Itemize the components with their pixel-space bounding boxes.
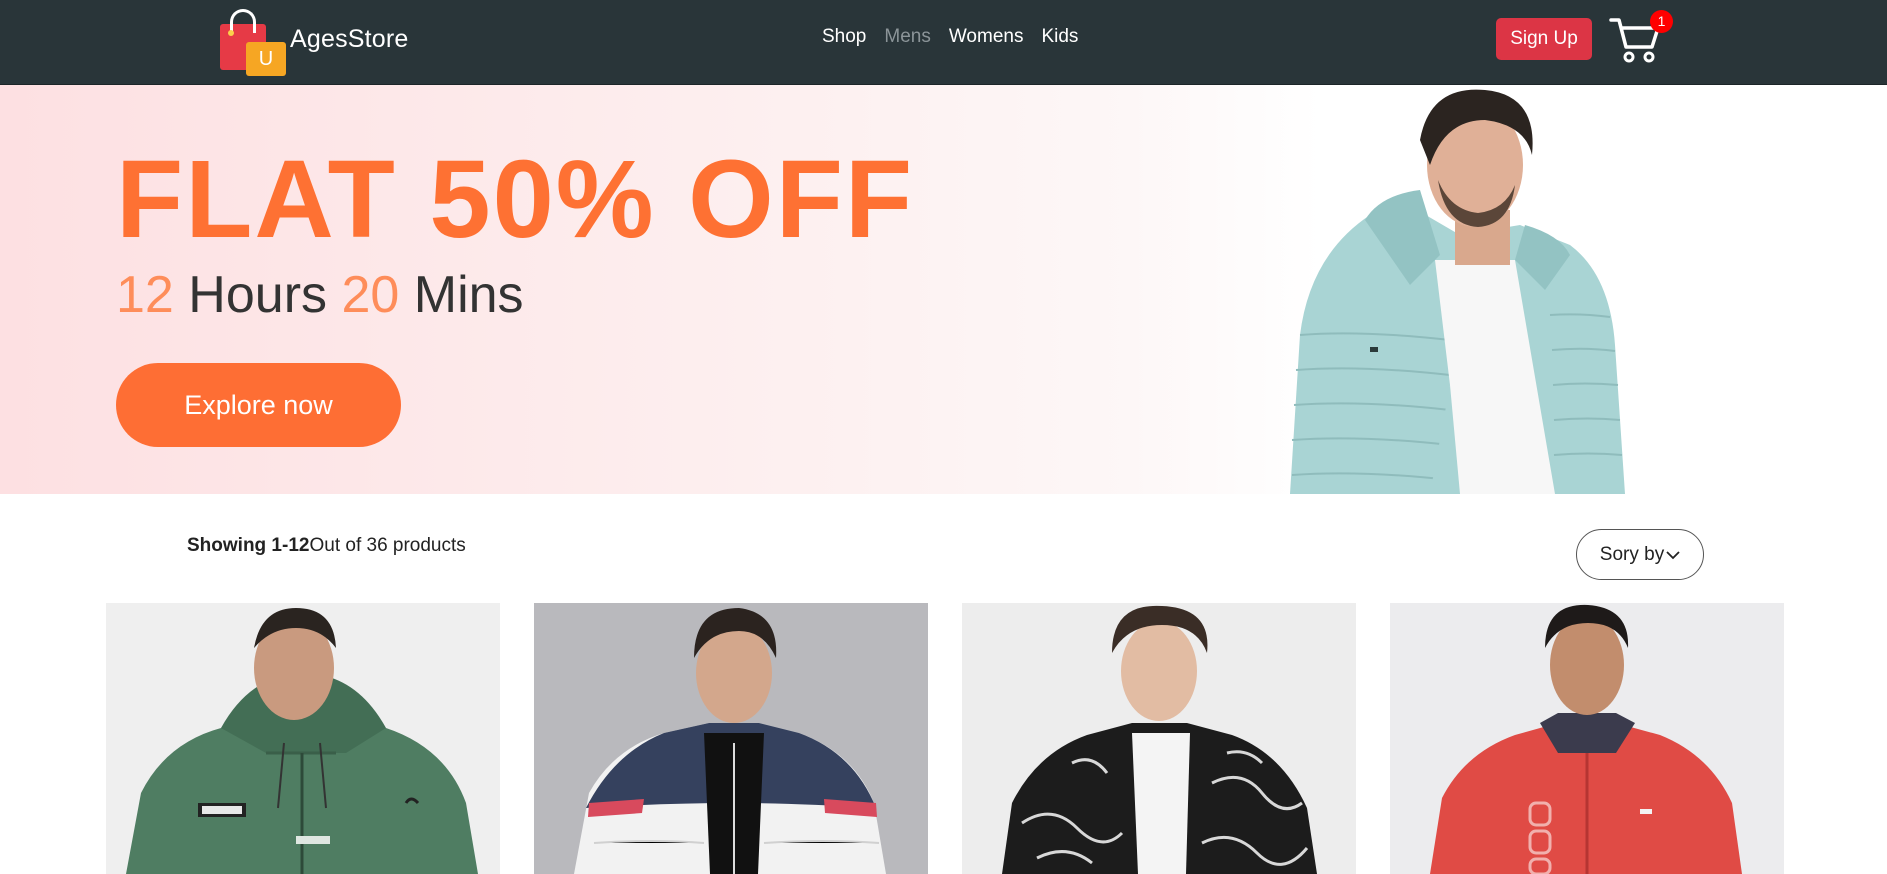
- hours-unit: Hours: [188, 266, 328, 324]
- cart-count-badge: 1: [1650, 10, 1673, 33]
- brand-name: AgesStore: [290, 24, 409, 53]
- explore-now-button[interactable]: Explore now: [116, 363, 401, 447]
- hero-title: FLAT 50% OFF: [116, 138, 915, 261]
- shopping-bag-logo-icon: U: [218, 6, 286, 76]
- product-image: [106, 603, 500, 874]
- hours-value: 12: [116, 266, 174, 324]
- main-nav: Shop Mens Womens Kids: [822, 26, 1078, 48]
- results-count: Showing 1-12Out of 36 products: [187, 535, 466, 557]
- sign-up-button[interactable]: Sign Up: [1496, 18, 1592, 60]
- nav-link-shop[interactable]: Shop: [822, 26, 866, 48]
- mins-unit: Mins: [413, 266, 524, 324]
- logo-letter: U: [246, 42, 286, 76]
- product-card-green-hoodie[interactable]: [106, 603, 500, 874]
- countdown-timer: 12 Hours 20 Mins: [116, 269, 524, 321]
- nav-link-kids[interactable]: Kids: [1041, 26, 1078, 48]
- sort-by-dropdown[interactable]: Sory by: [1576, 529, 1704, 580]
- results-range: Showing 1-12: [187, 535, 310, 556]
- hero-model-image: [1270, 85, 1670, 494]
- sort-by-label: Sory by: [1599, 543, 1665, 565]
- mins-value: 20: [341, 266, 400, 324]
- product-card-colorblock-puffer[interactable]: [534, 603, 928, 874]
- product-image: [534, 603, 928, 874]
- nav-link-womens[interactable]: Womens: [949, 26, 1024, 48]
- product-grid: [0, 603, 1887, 874]
- product-image: [962, 603, 1356, 874]
- product-card-red-jacket[interactable]: [1390, 603, 1784, 874]
- product-card-printed-bomber[interactable]: [962, 603, 1356, 874]
- hero-banner: FLAT 50% OFF 12 Hours 20 Mins Explore no…: [0, 85, 1887, 494]
- navbar: U AgesStore Shop Mens Womens Kids Sign U…: [0, 0, 1887, 85]
- product-image: [1390, 603, 1784, 874]
- results-total: Out of 36 products: [309, 535, 466, 556]
- nav-link-mens[interactable]: Mens: [884, 26, 930, 48]
- brand-logo-link[interactable]: U AgesStore: [218, 6, 409, 76]
- chevron-down-icon: [1666, 544, 1680, 566]
